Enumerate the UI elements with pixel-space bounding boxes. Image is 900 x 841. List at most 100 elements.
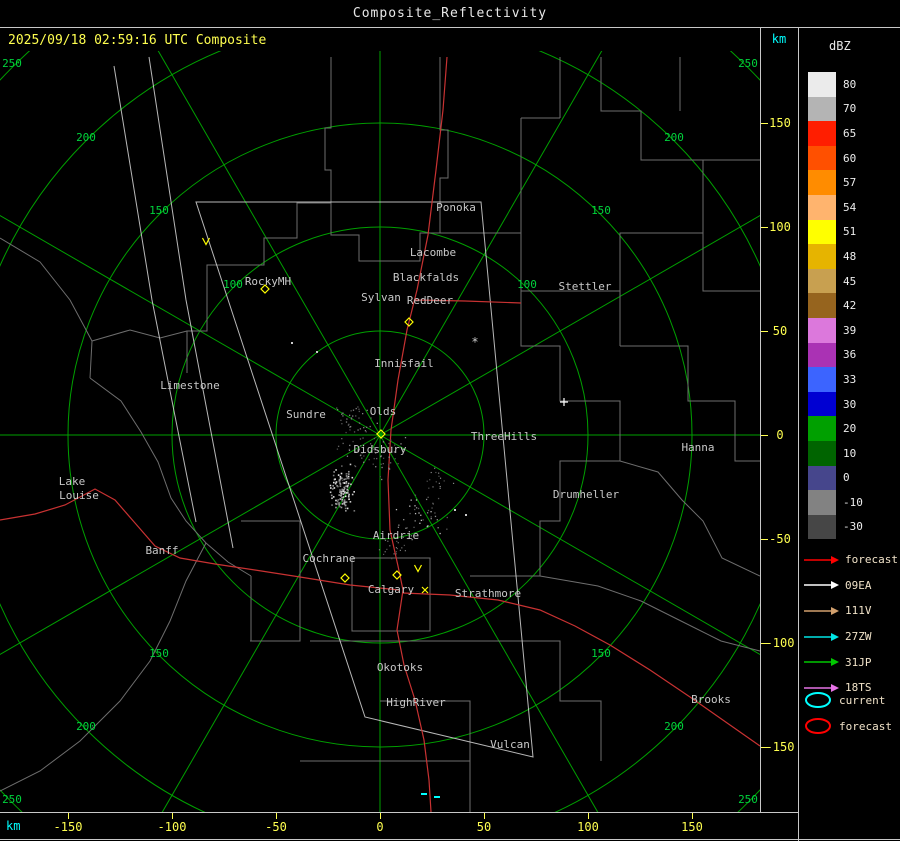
precip-echo xyxy=(345,501,348,503)
precip-echo xyxy=(339,483,342,485)
range-ring-label: 150 xyxy=(149,204,169,217)
county-boundary xyxy=(521,159,760,292)
precip-echo xyxy=(342,490,344,493)
precip-echo xyxy=(395,547,398,549)
precip-echo xyxy=(382,462,384,465)
legend-arrow-row: 09EA xyxy=(799,573,900,599)
precip-echo xyxy=(420,514,422,516)
precip-echo xyxy=(341,437,343,440)
range-ring-label: 100 xyxy=(517,278,537,291)
precip-echo xyxy=(362,437,364,439)
precip-echo xyxy=(435,481,437,483)
precip-echo xyxy=(439,477,442,479)
city-label: Banff xyxy=(145,544,178,557)
legend-color-row: 54 xyxy=(799,194,900,220)
color-value-label: 36 xyxy=(843,348,857,362)
precip-echo xyxy=(439,487,441,489)
precip-echo xyxy=(376,422,378,424)
precip-echo xyxy=(344,504,347,507)
precip-echo xyxy=(347,495,350,497)
precip-echo xyxy=(388,456,390,458)
legend-color-row: -30 xyxy=(799,514,900,540)
precip-echo xyxy=(446,528,448,530)
arrow-icon xyxy=(804,555,839,564)
precip-echo xyxy=(336,500,339,503)
precip-echo xyxy=(329,491,332,494)
legend-arrow-row: 27ZW xyxy=(799,624,900,650)
precip-echo xyxy=(351,476,354,479)
precip-echo xyxy=(343,499,346,501)
city-label: Didsbury xyxy=(354,443,407,456)
precip-echo xyxy=(330,494,333,497)
precip-echo xyxy=(410,499,412,501)
axis-label: -100 xyxy=(157,820,187,834)
precip-echo xyxy=(346,455,349,457)
color-swatch xyxy=(808,219,836,245)
radar-display[interactable]: * 250 250 250 250 200 200 200 200 150 150 150 150 100… xyxy=(0,51,760,812)
axis-label: -50 xyxy=(265,820,287,834)
precip-echo xyxy=(346,485,349,487)
axis-label: 50 xyxy=(772,324,788,338)
precip-echo xyxy=(388,464,390,466)
county-boundary xyxy=(91,329,188,342)
legend-color-row: 33 xyxy=(799,367,900,392)
km-unit-top: km xyxy=(771,32,787,46)
range-ring-label: 200 xyxy=(664,720,684,733)
color-swatch xyxy=(808,490,836,515)
precip-echo xyxy=(353,491,355,493)
precip-echo xyxy=(415,507,418,509)
precip-echo xyxy=(376,457,378,460)
precip-echo xyxy=(434,467,436,469)
precip-echo xyxy=(345,421,348,423)
precip-echo xyxy=(428,487,430,489)
precip-echo xyxy=(339,505,341,508)
color-swatch xyxy=(808,416,836,441)
range-ring-label: 250 xyxy=(2,57,22,70)
precip-echo xyxy=(349,501,352,503)
legend-arrow-row: 31JP xyxy=(799,649,900,675)
precip-echo xyxy=(390,439,392,441)
precip-echo xyxy=(358,417,360,419)
precip-echo xyxy=(335,499,337,502)
legend-color-row: 70 xyxy=(799,96,900,122)
color-swatch xyxy=(808,514,836,540)
dash-marker xyxy=(434,796,440,798)
color-swatch xyxy=(808,244,836,269)
precip-echo xyxy=(348,423,350,425)
precip-echo xyxy=(340,472,343,475)
precip-echo xyxy=(452,482,455,484)
city-label: Lake xyxy=(59,475,86,488)
color-value-label: 0 xyxy=(843,471,850,485)
city-label: Sylvan xyxy=(361,291,401,304)
precip-echo xyxy=(341,423,343,425)
precip-echo xyxy=(359,438,362,440)
city-label: ThreeHills xyxy=(471,430,537,443)
precip-echo xyxy=(432,486,434,488)
precip-echo xyxy=(422,519,424,521)
precip-echo xyxy=(404,550,406,552)
city-label: Airdrie xyxy=(373,529,419,542)
legend-color-row: 60 xyxy=(799,145,900,171)
color-value-label: 39 xyxy=(843,323,857,337)
precip-echo xyxy=(331,488,334,490)
range-ring-label: 150 xyxy=(591,647,611,660)
axis-tick xyxy=(68,813,69,819)
precip-echo xyxy=(426,480,428,482)
county-boundary xyxy=(324,57,332,203)
precip-echo xyxy=(389,462,392,464)
city-label: Calgary xyxy=(368,583,415,596)
color-value-label: 54 xyxy=(843,200,857,214)
precip-echo xyxy=(342,502,345,504)
city-label: RedDeer xyxy=(407,294,454,307)
axis-label: 0 xyxy=(776,428,784,442)
color-value-label: 30 xyxy=(843,397,857,411)
range-spoke xyxy=(157,51,381,436)
county-boundary xyxy=(186,202,331,373)
precip-echo xyxy=(389,545,391,547)
precip-echo xyxy=(343,478,346,481)
color-swatch xyxy=(808,367,836,392)
precip-echo xyxy=(409,512,411,515)
precip-echo xyxy=(398,524,400,526)
current-ellipse-icon xyxy=(805,692,831,708)
precip-echo xyxy=(362,412,364,415)
